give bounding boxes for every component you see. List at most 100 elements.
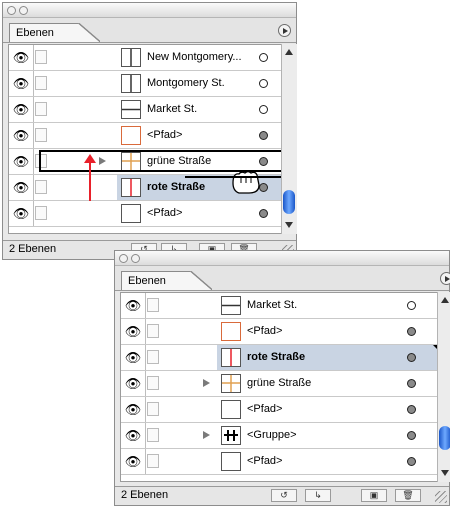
lock-toggle[interactable] [35,76,47,90]
new-sublayer-icon[interactable]: ↺ [271,489,297,502]
panel-footer: 2 Ebenen ↺ ↳ ▣ 🗑 [115,486,449,505]
layer-row[interactable]: 👁 <Pfad> [121,397,439,423]
resize-grip[interactable] [435,491,447,503]
target-circle-icon[interactable] [259,209,268,218]
scrollbar[interactable] [437,292,450,482]
title-bar[interactable] [115,251,449,266]
target-circle-icon[interactable] [259,105,268,114]
target-circle-icon[interactable] [407,327,416,336]
layer-row[interactable]: 👁 <Pfad> [121,319,439,345]
minimize-window-icon[interactable] [131,254,140,263]
layer-name[interactable]: Montgomery St. [147,77,225,89]
layer-name[interactable]: Market St. [147,103,197,115]
tab-ebenen[interactable]: Ebenen [9,23,79,42]
lock-toggle[interactable] [35,180,47,194]
close-window-icon[interactable] [119,254,128,263]
eye-icon[interactable]: 👁 [9,123,34,148]
layer-row-selected[interactable]: rote Straße [117,175,290,201]
layer-thumbnail [121,48,141,67]
layer-row[interactable]: 👁 Montgomery St. [9,71,290,97]
eye-icon[interactable]: 👁 [121,345,146,370]
layers-panel-top: Ebenen 👁 New Montgomery... 👁 Montgomery … [2,2,297,260]
panel-menu-icon[interactable] [278,24,291,37]
layer-row[interactable]: 👁 <Pfad> [9,201,290,227]
new-layer-icon[interactable]: ↳ [305,489,331,502]
trash-icon[interactable]: 🗑 [395,489,421,502]
layer-name[interactable]: New Montgomery... [147,51,242,63]
layer-thumbnail [221,296,241,315]
layer-thumbnail [121,126,141,145]
target-circle-icon[interactable] [407,353,416,362]
panel-menu-icon[interactable] [440,272,450,285]
layer-name[interactable]: <Pfad> [247,403,282,415]
lock-toggle[interactable] [147,454,159,468]
target-circle-icon[interactable] [259,79,268,88]
layer-row[interactable]: 👁 rote Straße [121,345,441,371]
layer-name[interactable]: <Pfad> [147,129,182,141]
target-circle-icon[interactable] [407,405,416,414]
target-circle-icon[interactable] [407,379,416,388]
eye-icon[interactable]: 👁 [9,71,34,96]
eye-icon[interactable]: 👁 [9,97,34,122]
layer-row[interactable]: 👁 New Montgomery... [9,45,290,71]
target-circle-icon[interactable] [407,301,416,310]
scroll-down-arrow-icon[interactable] [285,222,293,228]
duplicate-icon[interactable]: ▣ [361,489,387,502]
close-window-icon[interactable] [7,6,16,15]
lock-toggle[interactable] [35,128,47,142]
lock-toggle[interactable] [35,50,47,64]
layer-row[interactable]: 👁 <Pfad> [121,449,439,475]
layer-thumbnail [221,374,241,393]
layer-thumbnail [121,74,141,93]
layer-name[interactable]: <Pfad> [247,325,282,337]
target-circle-icon[interactable] [407,457,416,466]
eye-icon[interactable]: 👁 [9,149,34,174]
scroll-down-arrow-icon[interactable] [441,470,449,476]
layer-name[interactable]: grüne Straße [247,377,311,389]
layer-row[interactable]: 👁 Market St. [9,97,290,123]
layer-row[interactable]: 👁 <Gruppe> [121,423,439,449]
scrollbar[interactable] [281,44,297,234]
layer-name[interactable]: rote Straße [147,181,205,193]
scroll-up-arrow-icon[interactable] [285,49,293,55]
lock-toggle[interactable] [147,350,159,364]
layer-name[interactable]: rote Straße [247,351,305,363]
layer-name[interactable]: <Gruppe> [247,429,297,441]
expand-triangle-icon[interactable] [203,431,210,439]
eye-icon[interactable]: 👁 [9,175,34,200]
layer-thumbnail [221,400,241,419]
eye-icon[interactable]: 👁 [9,201,34,226]
tab-ebenen[interactable]: Ebenen [121,271,191,290]
lock-toggle[interactable] [147,324,159,338]
scroll-thumb[interactable] [283,190,295,214]
layer-name[interactable]: Market St. [247,299,297,311]
layer-name[interactable]: <Pfad> [147,207,182,219]
lock-toggle[interactable] [35,206,47,220]
lock-toggle[interactable] [147,298,159,312]
lock-toggle[interactable] [147,376,159,390]
eye-icon[interactable]: 👁 [121,423,146,448]
eye-icon[interactable]: 👁 [9,45,34,70]
layer-row[interactable]: 👁 grüne Straße [121,371,439,397]
target-circle-icon[interactable] [407,431,416,440]
minimize-window-icon[interactable] [19,6,28,15]
eye-icon[interactable]: 👁 [121,371,146,396]
layer-row[interactable]: 👁 Market St. [121,293,439,319]
lock-toggle[interactable] [147,428,159,442]
lock-toggle[interactable] [35,102,47,116]
expand-triangle-icon[interactable] [203,379,210,387]
eye-icon[interactable]: 👁 [121,449,146,474]
eye-icon[interactable]: 👁 [121,397,146,422]
eye-icon[interactable]: 👁 [121,319,146,344]
scroll-up-arrow-icon[interactable] [441,297,449,303]
target-circle-icon[interactable] [259,53,268,62]
tab-bar: Ebenen [115,266,450,291]
scroll-thumb[interactable] [439,426,450,450]
layer-row[interactable]: 👁 <Pfad> [9,123,290,149]
eye-icon[interactable]: 👁 [121,293,146,318]
title-bar[interactable] [3,3,296,18]
layer-thumbnail [221,452,241,471]
target-circle-icon[interactable] [259,131,268,140]
lock-toggle[interactable] [147,402,159,416]
layer-name[interactable]: <Pfad> [247,455,282,467]
